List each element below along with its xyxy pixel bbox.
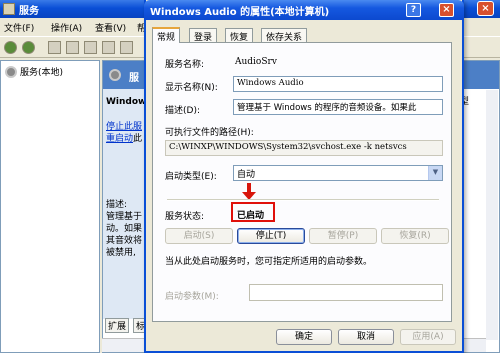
services-app-icon	[3, 3, 15, 15]
startup-type-label: 启动类型(E):	[165, 172, 217, 182]
exe-path-label: 可执行文件的路径(H):	[165, 128, 254, 138]
services-close-button[interactable]: ×	[477, 1, 494, 16]
restart-service-suffix: 此	[133, 134, 143, 144]
tree-item-label: 服务(本地)	[20, 68, 64, 78]
view-tabs: 扩展 标	[103, 318, 149, 333]
start-params-label: 启动参数(M):	[165, 292, 219, 302]
dialog-title: Windows Audio 的属性(本地计算机)	[150, 7, 330, 18]
divider	[167, 199, 439, 201]
extended-description-pane: Windows 停止此服 重启动此 描述: 管理基于 动。如果 其音效将 被禁用…	[103, 89, 148, 319]
description-field[interactable]: 管理基于 Windows 的程序的音频设备。如果此	[233, 99, 443, 115]
ok-button[interactable]: 确定	[276, 329, 332, 345]
forward-icon[interactable]	[22, 41, 35, 54]
menu-view[interactable]: 查看(V)	[95, 21, 126, 34]
start-params-hint: 当从此处启动服务时，您可指定所适用的启动参数。	[165, 257, 373, 267]
pause-button[interactable]: 暂停(P)	[309, 228, 377, 244]
description-label: 描述(D):	[165, 106, 200, 116]
console-tree: 服务(本地)	[0, 60, 100, 353]
dialog-close-button[interactable]: ×	[439, 3, 454, 17]
dialog-title-bar[interactable]: Windows Audio 的属性(本地计算机) ? ×	[144, 0, 464, 20]
stop-button[interactable]: 停止(T)	[237, 228, 305, 244]
service-name-value: AudioSrv	[235, 57, 277, 67]
services-window-title: 服务	[19, 6, 39, 17]
tab-general[interactable]: 常规	[152, 27, 181, 43]
service-status-value: 已启动	[237, 211, 265, 221]
menu-action[interactable]: 操作(A)	[51, 21, 82, 34]
properties-icon[interactable]	[66, 41, 79, 54]
startup-type-select[interactable]: 自动 ▼	[233, 165, 443, 181]
start-button[interactable]: 启动(S)	[165, 228, 233, 244]
export-icon[interactable]	[102, 41, 115, 54]
vertical-scrollbar[interactable]	[486, 90, 498, 340]
restart-service-link[interactable]: 重启动	[106, 134, 133, 144]
back-icon[interactable]	[4, 41, 17, 54]
restart-service-line: 重启动此	[106, 131, 142, 144]
properties-dialog: Windows Audio 的属性(本地计算机) ? × 常规 登录 恢复 依存…	[144, 0, 464, 353]
header-gear-icon	[109, 69, 121, 81]
general-tab-panel: 服务名称: AudioSrv 显示名称(N): Windows Audio 描述…	[152, 42, 452, 322]
display-name-label: 显示名称(N):	[165, 83, 218, 93]
menu-file[interactable]: 文件(F)	[4, 21, 34, 34]
refresh-icon[interactable]	[84, 41, 97, 54]
start-params-input[interactable]	[249, 284, 443, 301]
display-name-field[interactable]: Windows Audio	[233, 76, 443, 92]
cancel-button[interactable]: 取消	[338, 329, 394, 345]
chevron-down-icon[interactable]: ▼	[428, 166, 442, 180]
tab-recovery[interactable]: 恢复	[225, 28, 254, 43]
resume-button[interactable]: 恢复(R)	[381, 228, 449, 244]
help-icon[interactable]	[120, 41, 133, 54]
console-tree-icon[interactable]	[48, 41, 61, 54]
services-gear-icon	[5, 65, 17, 78]
tree-item-services-local[interactable]: 服务(本地)	[5, 65, 63, 78]
help-button[interactable]: ?	[406, 3, 421, 17]
service-name-label: 服务名称:	[165, 60, 205, 70]
details-header-title: 服	[129, 73, 139, 84]
exe-path-field: C:\WINXP\WINDOWS\System32\svchost.exe -k…	[165, 140, 443, 156]
apply-button[interactable]: 应用(A)	[400, 329, 456, 345]
desc-line-4: 被禁用,	[106, 248, 136, 258]
tab-extended[interactable]: 扩展	[105, 318, 130, 333]
tab-logon[interactable]: 登录	[189, 28, 218, 43]
tab-dependencies[interactable]: 依存关系	[261, 28, 308, 43]
startup-type-value: 自动	[237, 170, 256, 180]
selected-service-name: Windows	[106, 97, 148, 107]
service-status-label: 服务状态:	[165, 212, 205, 222]
